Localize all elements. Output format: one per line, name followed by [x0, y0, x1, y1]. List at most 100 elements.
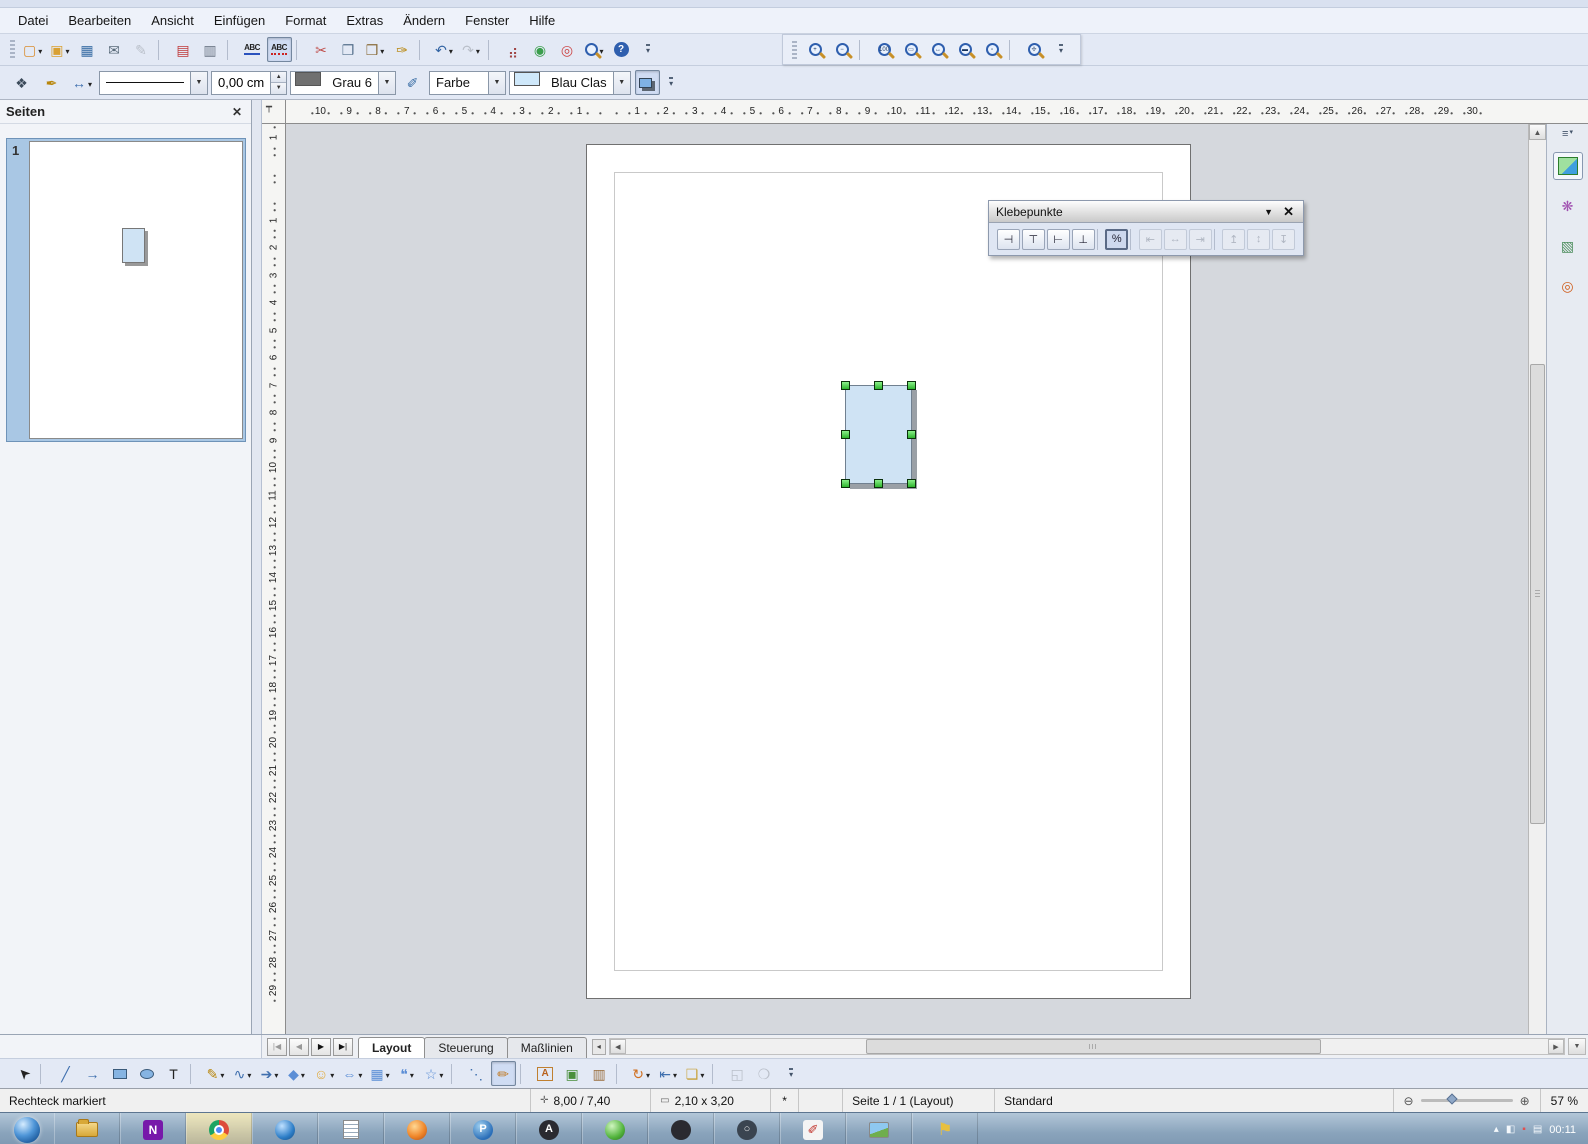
- selection-handle[interactable]: [874, 381, 883, 390]
- selection-handle[interactable]: [874, 479, 883, 488]
- menu-item[interactable]: Bearbeiten: [58, 9, 141, 32]
- zoom-out-icon[interactable]: ⊖: [1404, 1094, 1414, 1108]
- zoom-100-icon[interactable]: 100: [872, 37, 897, 62]
- save-icon[interactable]: ▦: [75, 37, 100, 62]
- horizontal-scroll-track[interactable]: [626, 1039, 1548, 1054]
- tab-layout[interactable]: Layout: [358, 1037, 425, 1058]
- menu-item[interactable]: Format: [275, 9, 336, 32]
- photos-app-icon[interactable]: [846, 1113, 912, 1144]
- stars-icon[interactable]: ☆: [422, 1061, 447, 1086]
- combo-arrow-icon[interactable]: [613, 72, 630, 94]
- menu-item[interactable]: Ändern: [393, 9, 455, 32]
- tray-alert-icon[interactable]: ▪: [1522, 1124, 1526, 1135]
- gallery-icon[interactable]: ▥: [587, 1061, 612, 1086]
- toolbar-menu-icon[interactable]: ▼: [1264, 207, 1273, 217]
- pen-app-icon[interactable]: ✐: [780, 1113, 846, 1144]
- sidebar-navigator-icon[interactable]: ◎: [1553, 272, 1583, 300]
- pan-zoom-icon[interactable]: ✢: [1022, 37, 1047, 62]
- edit-points-icon[interactable]: ⋱: [464, 1061, 489, 1086]
- export-pdf-icon[interactable]: ▤: [171, 37, 196, 62]
- selection-handle[interactable]: [907, 381, 916, 390]
- explorer-icon[interactable]: [54, 1113, 120, 1144]
- line-width-value[interactable]: 0,00 cm: [212, 72, 270, 94]
- open-icon[interactable]: ▣: [47, 37, 72, 62]
- zoom-slider-track[interactable]: [1421, 1099, 1513, 1102]
- block-arrows-icon[interactable]: ⇔: [339, 1061, 365, 1086]
- onenote-icon[interactable]: N: [120, 1113, 186, 1144]
- gluepoint-horizontal-center-icon[interactable]: ↔: [1164, 229, 1187, 250]
- zoom-search-icon[interactable]: [582, 37, 607, 62]
- scroll-up-icon[interactable]: ▲: [1529, 124, 1546, 140]
- selected-rectangle[interactable]: [845, 385, 912, 484]
- symbol-shapes-icon[interactable]: ☺: [311, 1061, 337, 1086]
- close-icon[interactable]: ✕: [1281, 204, 1296, 220]
- sidebar-effects-icon[interactable]: ❋: [1553, 192, 1583, 220]
- app-a-icon[interactable]: A: [516, 1113, 582, 1144]
- zoom-slider-thumb[interactable]: [1447, 1093, 1458, 1104]
- from-file-icon[interactable]: ▣: [560, 1061, 585, 1086]
- email-icon[interactable]: ✉: [102, 37, 127, 62]
- close-icon[interactable]: ✕: [229, 105, 245, 119]
- tray-network-icon[interactable]: ▤: [1533, 1124, 1542, 1135]
- paste-icon[interactable]: ❒: [363, 37, 388, 62]
- ellipse-icon[interactable]: [134, 1061, 159, 1086]
- magnifier-app-icon[interactable]: ○: [714, 1113, 780, 1144]
- previous-page-button[interactable]: ◀: [289, 1038, 309, 1056]
- redo-icon[interactable]: ↷: [459, 37, 484, 62]
- callouts-icon[interactable]: ❝: [395, 1061, 420, 1086]
- gluepoint-vertical-bottom-icon[interactable]: ↧: [1272, 229, 1295, 250]
- sidebar-options-icon[interactable]: ≡: [1562, 128, 1573, 140]
- gluepoint-exit-bottom-icon[interactable]: ⊥: [1072, 229, 1095, 250]
- toolbar-drag-handle[interactable]: [792, 41, 797, 59]
- next-page-button[interactable]: ▶: [311, 1038, 331, 1056]
- fontwork-icon[interactable]: A: [533, 1061, 558, 1086]
- line-icon[interactable]: ╱: [53, 1061, 78, 1086]
- vertical-scrollbar[interactable]: ▲: [1528, 124, 1546, 1034]
- last-page-button[interactable]: ▶|: [333, 1038, 353, 1056]
- zoom-slider[interactable]: ⊖ ⊕: [1394, 1089, 1541, 1112]
- zoom-in-icon[interactable]: +: [803, 37, 828, 62]
- cursor-position-field[interactable]: ✛ 8,00 / 7,40: [531, 1089, 651, 1112]
- tray-app-icon[interactable]: ◧: [1506, 1124, 1515, 1135]
- shadow-toggle-icon[interactable]: [635, 70, 660, 95]
- gluepoint-vertical-top-icon[interactable]: ↥: [1222, 229, 1245, 250]
- sidebar-3d-icon[interactable]: [1553, 152, 1583, 180]
- selection-handle[interactable]: [841, 479, 850, 488]
- combo-arrow-icon[interactable]: [488, 72, 505, 94]
- arrow-style-icon[interactable]: ↔: [69, 70, 95, 95]
- pen-edit-points-icon[interactable]: ✒: [39, 70, 64, 95]
- flowchart-icon[interactable]: ▦: [367, 1061, 392, 1086]
- format-paintbrush-icon[interactable]: ✑: [390, 37, 415, 62]
- fill-color-select[interactable]: Blau Clas: [509, 71, 631, 95]
- arrange-icon[interactable]: ❏: [683, 1061, 708, 1086]
- zoom-in-icon[interactable]: ⊕: [1520, 1094, 1530, 1108]
- gluepoint-exit-right-icon[interactable]: ⊢: [1047, 229, 1070, 250]
- document-page[interactable]: [586, 144, 1191, 999]
- gluepoint-exit-top-icon[interactable]: ⊤: [1022, 229, 1045, 250]
- menu-item[interactable]: Einfügen: [204, 9, 275, 32]
- selection-handle[interactable]: [841, 381, 850, 390]
- new-document-icon[interactable]: ▢: [20, 37, 45, 62]
- print-icon[interactable]: ▥: [198, 37, 223, 62]
- glue-points-icon[interactable]: ✏: [491, 1061, 516, 1086]
- page-style-field[interactable]: Standard: [995, 1089, 1393, 1112]
- tab-scroll-left-icon[interactable]: ◂: [592, 1039, 606, 1055]
- zoom-page-icon[interactable]: ▭: [899, 37, 924, 62]
- rotate-icon[interactable]: ↻: [629, 1061, 654, 1086]
- line-width-stepper[interactable]: 0,00 cm ▲ ▼: [211, 71, 287, 95]
- fill-type-select[interactable]: Farbe: [429, 71, 506, 95]
- chart-icon[interactable]: ⣴: [501, 37, 526, 62]
- interaction-icon[interactable]: ❍: [752, 1061, 777, 1086]
- toolbar-options-icon[interactable]: ▾: [1049, 37, 1074, 62]
- tab-steuerung[interactable]: Steuerung: [424, 1037, 507, 1058]
- help-icon[interactable]: ?: [609, 37, 634, 62]
- app-p-icon[interactable]: P: [450, 1113, 516, 1144]
- combo-arrow-icon[interactable]: [378, 72, 395, 94]
- gluepoint-horizontal-right-icon[interactable]: ⇥: [1189, 229, 1212, 250]
- selection-handle[interactable]: [907, 430, 916, 439]
- selection-handle[interactable]: [841, 430, 850, 439]
- line-color-select[interactable]: Grau 6: [290, 71, 396, 95]
- gluepoints-titlebar[interactable]: Klebepunkte ▼ ✕: [989, 201, 1303, 223]
- gluepoint-relative-icon[interactable]: %: [1105, 229, 1128, 250]
- panel-splitter[interactable]: [252, 100, 262, 1034]
